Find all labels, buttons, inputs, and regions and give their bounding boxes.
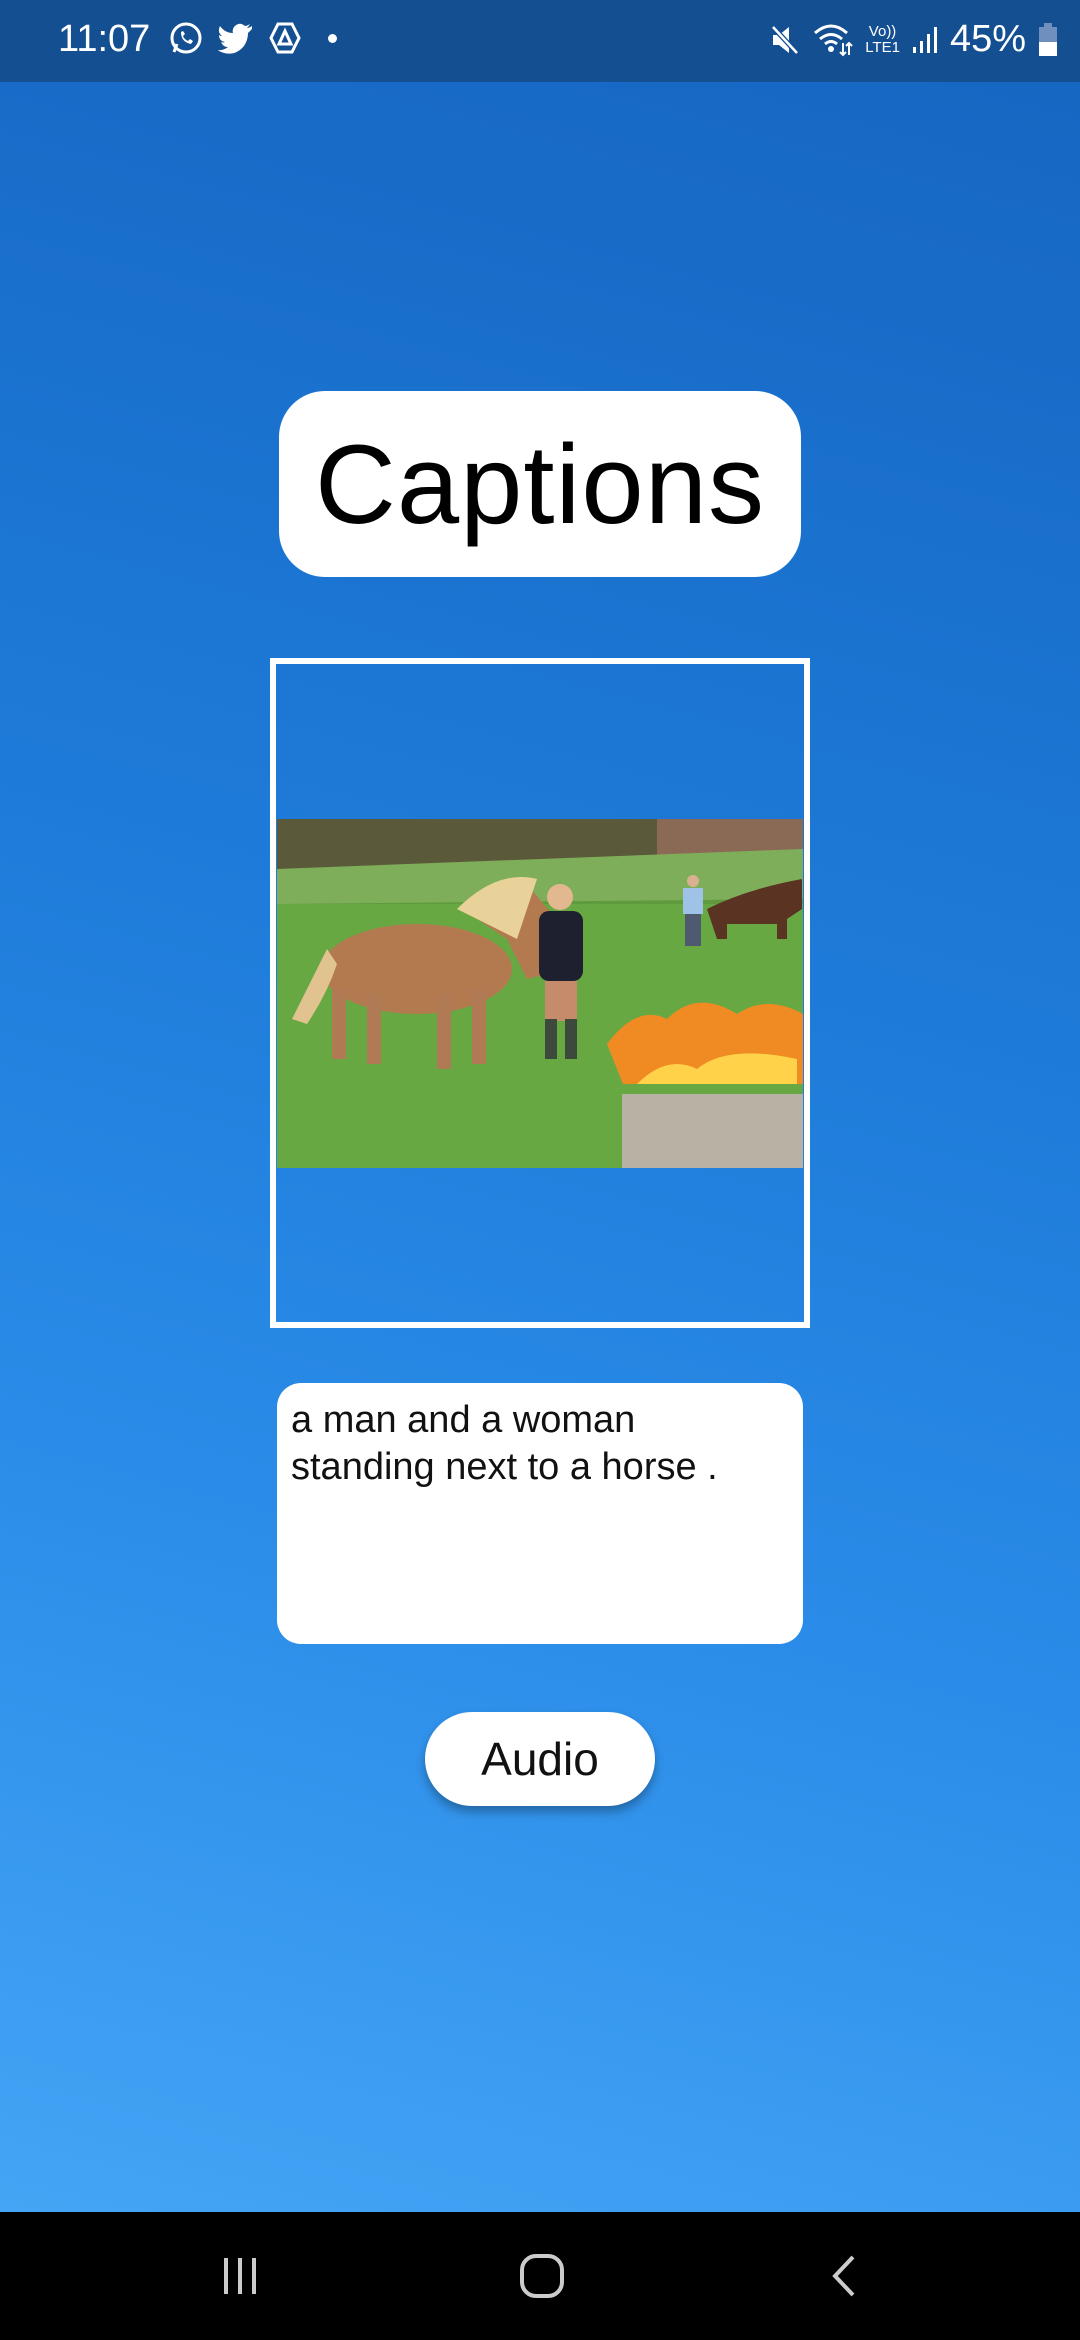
audio-button[interactable]: Audio xyxy=(425,1712,655,1806)
page-title: Captions xyxy=(314,421,766,547)
recent-apps-button[interactable] xyxy=(210,2248,270,2304)
back-button[interactable] xyxy=(815,2248,875,2304)
home-icon xyxy=(520,2254,564,2298)
notification-dot-icon xyxy=(328,33,337,43)
drive-icon xyxy=(269,22,301,54)
twitter-icon xyxy=(218,23,252,54)
title-banner: Captions xyxy=(279,391,801,577)
whatsapp-icon xyxy=(170,22,202,54)
lte-label: LTE1 xyxy=(865,38,900,56)
mute-icon xyxy=(771,24,800,55)
home-button[interactable] xyxy=(512,2248,572,2304)
battery-icon xyxy=(1039,22,1057,56)
signal-icon xyxy=(912,26,937,53)
caption-text: a man and a woman standing next to a hor… xyxy=(291,1399,718,1488)
wifi-icon xyxy=(814,24,853,56)
navigation-bar xyxy=(0,2212,1080,2340)
caption-output: a man and a woman standing next to a hor… xyxy=(277,1383,803,1644)
back-icon xyxy=(832,2255,855,2297)
status-bar: 11:07 Vo)) LTE1 45% xyxy=(0,0,1080,82)
volte-label: Vo)) xyxy=(868,22,897,40)
captioned-photo xyxy=(277,819,803,1168)
recent-apps-icon xyxy=(224,2258,256,2294)
volte-lte-icon: Vo)) LTE1 xyxy=(865,22,900,56)
clock: 11:07 xyxy=(58,18,151,60)
battery-percent: 45% xyxy=(949,18,1026,60)
